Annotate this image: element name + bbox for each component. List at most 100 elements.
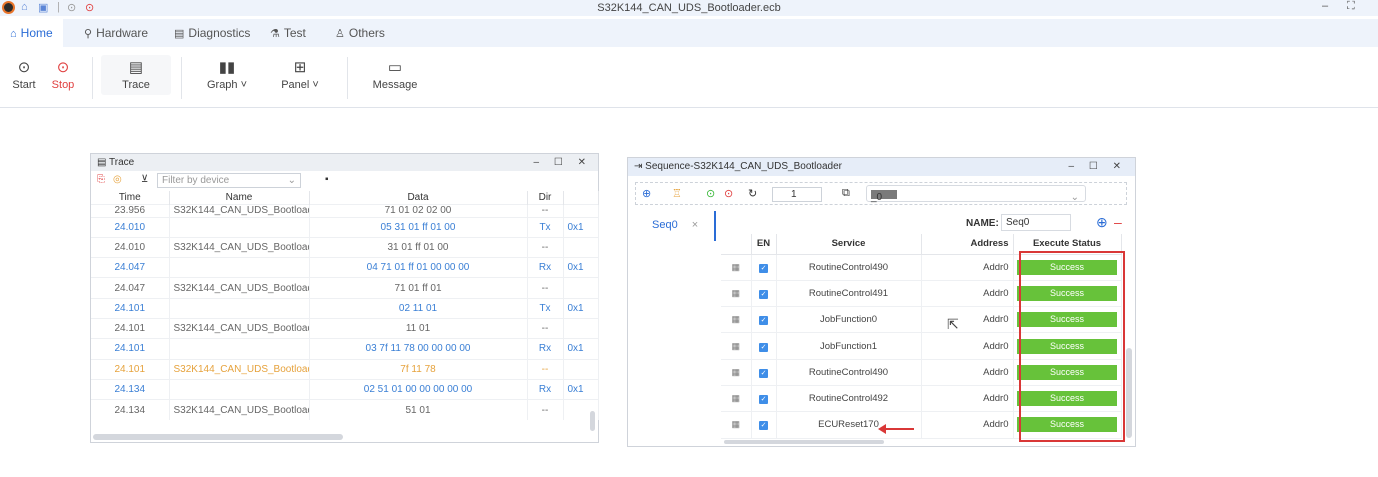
tab-diagnostics[interactable]: ▤ Diagnostics (164, 19, 260, 47)
enable-checkbox[interactable]: ✓ (751, 306, 777, 334)
drag-handle-icon[interactable]: ▦ (721, 359, 752, 386)
graph-button[interactable]: ▮▮ Graph ˅ (202, 59, 252, 91)
horizontal-scrollbar[interactable] (93, 434, 343, 440)
trace-cell-extra: 0x1 (563, 338, 599, 360)
trace-header[interactable]: ▤ Trace – ☐ ✕ (91, 154, 598, 171)
column-header[interactable]: EN (751, 234, 777, 255)
column-header[interactable]: Name (169, 191, 310, 204)
address-cell: Addr0 (921, 411, 1014, 439)
column-header[interactable]: Data (309, 191, 528, 204)
table-row[interactable]: 24.101 03 7f 11 78 00 00 00 00 Rx 0x1 (91, 338, 599, 360)
column-header[interactable]: Dir (527, 191, 564, 204)
trace-label: Trace (122, 79, 150, 91)
table-row[interactable]: 24.101 S32K144_CAN_UDS_Bootload... 11 01 -- (91, 317, 599, 339)
trace-window: ▤ Trace – ☐ ✕ ⎘ ◎ ⊻ Filter by device ⌄ ▪ … (90, 153, 599, 443)
vertical-scrollbar[interactable] (1126, 348, 1132, 438)
lock-icon[interactable]: ♖ (672, 187, 682, 200)
drag-handle-icon[interactable]: ▦ (721, 280, 752, 308)
enable-checkbox[interactable]: ✓ (751, 385, 777, 413)
tab-seq0[interactable]: Seq0 × (628, 211, 714, 241)
service-cell: ECUReset170 (776, 411, 922, 439)
enable-checkbox[interactable]: ✓ (751, 359, 777, 386)
enable-checkbox[interactable]: ✓ (751, 411, 777, 439)
trace-toolbar: ⎘ ◎ ⊻ Filter by device ⌄ ▪ (91, 171, 598, 191)
start-label: Start (12, 79, 36, 91)
table-row[interactable]: 24.047 S32K144_CAN_UDS_Bootload... 71 01 f… (91, 277, 599, 299)
table-row[interactable]: 23.956 S32K144_CAN_UDS_Bootload... 71 01 0… (91, 203, 599, 217)
horizontal-scrollbar[interactable] (724, 440, 884, 444)
channel-select[interactable]: _0 ⌄ (866, 185, 1086, 203)
trace-cell-data: 71 01 ff 01 (309, 277, 528, 299)
loop-icon[interactable]: ↻ (748, 187, 757, 200)
column-header[interactable]: Time (91, 191, 170, 204)
enable-checkbox[interactable]: ✓ (751, 280, 777, 308)
run-icon[interactable]: ⊙ (706, 187, 715, 200)
minimize-button[interactable]: – (1322, 0, 1328, 12)
address-cell: Addr0 (921, 385, 1014, 413)
pause-icon[interactable]: ◎ (113, 174, 122, 185)
column-header[interactable]: Service (776, 234, 922, 255)
loop-count-value: 1 (791, 189, 797, 200)
trace-cell-dir: Rx (527, 338, 564, 360)
drag-handle-icon[interactable]: ▦ (721, 254, 752, 281)
enable-checkbox[interactable]: ✓ (751, 254, 777, 281)
trace-cell-extra (563, 358, 599, 380)
trace-button[interactable]: ▤ Trace (116, 59, 156, 91)
stop-button[interactable]: ⊙ Stop (48, 59, 78, 91)
column-header (721, 234, 752, 255)
close-icon[interactable]: × (692, 219, 698, 231)
add-icon[interactable]: ⊕ (1096, 214, 1108, 231)
tab-label: Home (20, 26, 53, 40)
trace-cell-dir: Tx (527, 297, 564, 319)
drag-handle-icon[interactable]: ▦ (721, 332, 752, 360)
add-icon[interactable]: ⊕ (642, 187, 651, 200)
trace-cell-extra: 0x1 (563, 216, 599, 238)
name-input[interactable]: Seq0 (1001, 214, 1071, 231)
tab-home[interactable]: ⌂ Home (0, 19, 63, 47)
trace-cell-name: S32K144_CAN_UDS_Bootload... (169, 358, 310, 380)
tab-hardware[interactable]: ⚲ Hardware (74, 19, 158, 47)
device-filter-input[interactable]: Filter by device ⌄ (157, 173, 301, 188)
table-row[interactable]: 24.047 04 71 01 ff 01 00 00 00 Rx 0x1 (91, 257, 599, 278)
message-button[interactable]: ▭ Message (370, 59, 420, 91)
drag-handle-icon[interactable]: ▦ (721, 411, 752, 439)
menu-tabs: ⌂ Home ⚲ Hardware ▤ Diagnostics ⚗ Test ♙ Othe… (0, 19, 1378, 47)
table-row[interactable]: 24.134 S32K144_CAN_UDS_Bootload... 51 01 -- (91, 399, 599, 420)
table-row[interactable]: 24.010 05 31 01 ff 01 00 Tx 0x1 (91, 216, 599, 238)
sequence-title: Sequence-S32K144_CAN_UDS_Bootloader (645, 161, 842, 172)
table-row[interactable]: 24.134 02 51 01 00 00 00 00 00 Rx 0x1 (91, 378, 599, 400)
drag-handle-icon[interactable]: ▦ (721, 306, 752, 334)
trace-cell-dir: Rx (527, 378, 564, 400)
sequence-header[interactable]: ⇥ Sequence-S32K144_CAN_UDS_Bootloader – … (628, 158, 1135, 176)
trace-cell-extra (563, 203, 599, 217)
remove-icon[interactable]: – (1114, 214, 1122, 230)
tab-others[interactable]: ♙ Others (325, 19, 395, 47)
diagnostics-icon: ▤ (174, 28, 185, 40)
start-button[interactable]: ⊙ Start (10, 59, 38, 91)
vertical-scrollbar[interactable] (590, 411, 595, 431)
trace-cell-dir: -- (527, 236, 564, 258)
service-cell: RoutineControl490 (776, 359, 922, 386)
stop-icon[interactable]: ⊙ (724, 187, 733, 200)
clear-icon[interactable]: ⎘ (97, 174, 105, 185)
table-row[interactable]: 24.010 S32K144_CAN_UDS_Bootload... 31 01 f… (91, 236, 599, 258)
window-controls[interactable]: – ☐ ✕ (534, 154, 592, 171)
enable-checkbox[interactable]: ✓ (751, 332, 777, 360)
channel-icon: ⧉ (842, 187, 850, 199)
save-icon[interactable]: ▪ (325, 174, 329, 185)
service-cell: RoutineControl491 (776, 280, 922, 308)
window-controls[interactable]: – ☐ ✕ (1069, 158, 1127, 176)
column-header[interactable]: Address (921, 234, 1014, 255)
trace-cell-name: S32K144_CAN_UDS_Bootload... (169, 203, 310, 217)
trace-cell-dir: Tx (527, 216, 564, 238)
table-row[interactable]: 24.101 S32K144_CAN_UDS_Bootload... 7f 11 7… (91, 358, 599, 380)
table-row[interactable]: 24.101 02 11 01 Tx 0x1 (91, 297, 599, 319)
drag-handle-icon[interactable]: ▦ (721, 385, 752, 413)
window-title: S32K144_CAN_UDS_Bootloader.ecb (597, 2, 781, 14)
loop-count-stepper[interactable]: 1 (772, 187, 822, 202)
maximize-button[interactable]: ⛶ (1347, 0, 1355, 13)
panel-button[interactable]: ⊞ Panel ˅ (278, 59, 322, 91)
trace-cell-time: 24.047 (91, 277, 170, 299)
filter-icon[interactable]: ⊻ (141, 174, 148, 185)
tab-test[interactable]: ⚗ Test (260, 19, 316, 47)
